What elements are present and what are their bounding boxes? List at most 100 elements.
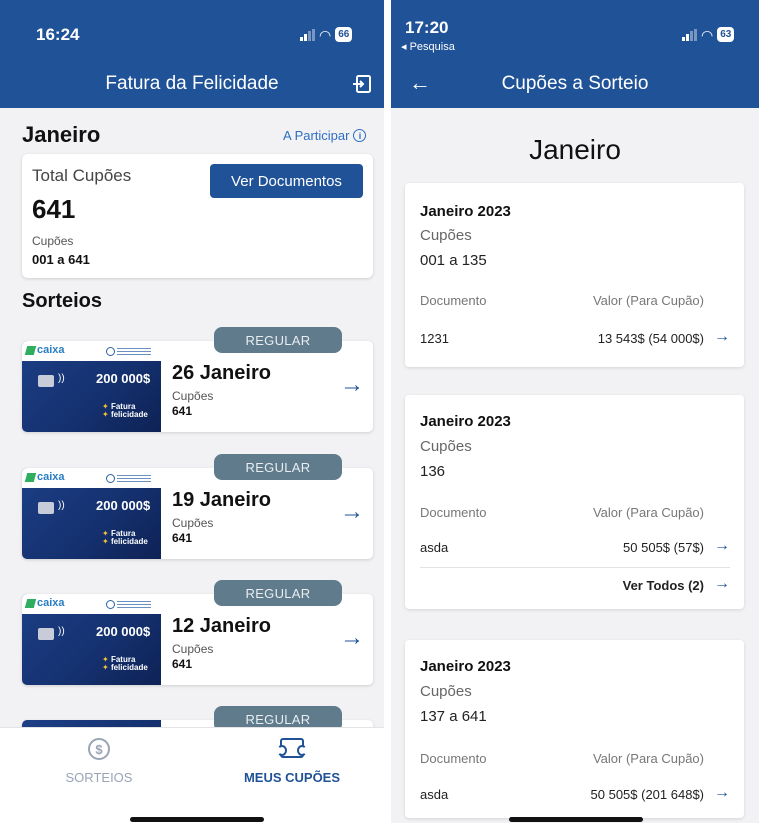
draw-card[interactable]: caixa )) 200 000$ ✦ Fatura ✦ felicidade 2… <box>22 327 373 432</box>
draw-date: 12 Janeiro <box>172 615 271 637</box>
draw-cupoes-count: 641 <box>172 531 193 545</box>
app-header: 16:24 ◠ 66 Fatura da Felicidade <box>0 0 384 108</box>
document-value: 13 543$ (54 000$) <box>597 331 704 346</box>
arrow-right-icon[interactable]: → <box>714 537 730 555</box>
ministry-logo <box>106 472 152 484</box>
ver-documentos-button[interactable]: Ver Documentos <box>210 164 363 198</box>
document-id: asda <box>420 540 449 555</box>
coupon-title: Janeiro 2023 <box>420 203 511 220</box>
ver-todos-link[interactable]: Ver Todos (2) <box>623 578 704 593</box>
coupon-range: 001 a 135 <box>420 252 487 269</box>
dollar-icon: $ <box>88 738 110 760</box>
participar-label: A Participar <box>283 128 350 143</box>
documento-header: Documento <box>420 293 487 308</box>
arrow-right-icon[interactable]: → <box>714 575 730 593</box>
draw-date: 19 Janeiro <box>172 489 271 511</box>
nav-sorteios-label: SORTEIOS <box>65 770 133 785</box>
signal-icon <box>682 28 697 41</box>
arrow-right-icon[interactable]: → <box>340 371 364 399</box>
nav-sorteios[interactable]: $ SORTEIOS <box>44 738 154 785</box>
valor-header: Valor (Para Cupão) <box>592 293 704 308</box>
right-screen: 17:20 ◂ Pesquisa ◠ 63 ← Cupões a Sorteio… <box>391 0 759 823</box>
fatura-logo: ✦ Fatura ✦ felicidade <box>102 402 148 419</box>
status-time: 16:24 <box>36 25 80 44</box>
status-icons: ◠ 66 <box>300 27 353 42</box>
coupon-label: Cupões <box>420 227 472 244</box>
arrow-right-icon[interactable]: → <box>714 328 730 346</box>
page-title: Fatura da Felicidade <box>105 73 279 94</box>
ministry-logo <box>106 598 152 610</box>
arrow-right-icon[interactable]: → <box>340 498 364 526</box>
status-time: 17:20 <box>405 18 449 37</box>
draw-cupoes-label: Cupões <box>172 642 214 656</box>
participar-link[interactable]: A Participar i <box>283 128 367 143</box>
info-icon: i <box>353 129 367 142</box>
arrow-right-icon[interactable]: → <box>714 784 730 802</box>
draw-amount: 200 000$ <box>96 624 151 639</box>
home-indicator <box>509 817 643 822</box>
draw-cupoes-label: Cupões <box>172 516 214 530</box>
card-chip-icon <box>38 502 54 514</box>
document-value: 50 505$ (57$) <box>623 540 704 555</box>
draw-card-body: caixa )) 200 000$ ✦ Fatura ✦ felicidade 1… <box>22 468 373 559</box>
draw-cupoes-count: 641 <box>172 404 193 418</box>
regular-badge: REGULAR <box>214 327 342 353</box>
document-id: asda <box>420 787 449 802</box>
draw-cupoes-count: 641 <box>172 657 193 671</box>
cupoes-range: 001 a 641 <box>32 252 90 267</box>
document-id: 1231 <box>420 331 449 346</box>
caixa-logo: caixa <box>24 471 65 483</box>
month-heading: Janeiro <box>529 134 621 165</box>
bottom-nav: $ SORTEIOS MEUS CUPÕES <box>0 727 384 823</box>
sorteios-heading: Sorteios <box>22 290 103 312</box>
draw-card[interactable]: caixa )) 200 000$ ✦ Fatura ✦ felicidade 1… <box>22 580 373 685</box>
app-header: 17:20 ◂ Pesquisa ◠ 63 ← Cupões a Sorteio <box>391 0 759 108</box>
coupon-title: Janeiro 2023 <box>420 413 511 430</box>
coupon-title: Janeiro 2023 <box>420 658 511 675</box>
contactless-icon: )) <box>58 626 65 637</box>
draw-banner: caixa )) 200 000$ ✦ Fatura ✦ felicidade <box>22 594 161 685</box>
total-label: Total Cupões <box>32 166 132 185</box>
draw-amount: 200 000$ <box>96 498 151 513</box>
draw-cupoes-label: Cupões <box>172 389 214 403</box>
wifi-icon: ◠ <box>701 26 714 43</box>
nav-meus-cupoes[interactable]: MEUS CUPÕES <box>232 738 352 785</box>
month-heading: Janeiro <box>22 122 101 147</box>
status-icons: ◠ 63 <box>682 26 735 43</box>
total-value: 641 <box>32 194 76 224</box>
caixa-logo: caixa <box>24 344 65 356</box>
card-chip-icon <box>38 375 54 387</box>
coupon-card: Janeiro 2023 Cupões 001 a 135 Documento … <box>405 183 744 367</box>
coupon-card: Janeiro 2023 Cupões 136 Documento Valor … <box>405 395 744 609</box>
documento-header: Documento <box>420 751 487 766</box>
exit-icon[interactable] <box>352 74 372 94</box>
page-title: Cupões a Sorteio <box>501 73 649 94</box>
card-chip-icon <box>38 628 54 640</box>
cupoes-label: Cupões <box>32 234 74 248</box>
ministry-logo <box>106 345 152 357</box>
caixa-logo: caixa <box>24 597 65 609</box>
documento-header: Documento <box>420 505 487 520</box>
left-screen: 16:24 ◠ 66 Fatura da Felicidade Janeiro … <box>0 0 384 823</box>
arrow-right-icon[interactable]: → <box>340 624 364 652</box>
draw-banner: caixa )) 200 000$ ✦ Fatura ✦ felicidade <box>22 341 161 432</box>
draw-amount: 200 000$ <box>96 371 151 386</box>
contactless-icon: )) <box>58 373 65 384</box>
draw-banner: caixa )) 200 000$ ✦ Fatura ✦ felicidade <box>22 468 161 559</box>
draw-card[interactable]: caixa )) 200 000$ ✦ Fatura ✦ felicidade 1… <box>22 454 373 559</box>
valor-header: Valor (Para Cupão) <box>592 505 704 520</box>
home-indicator <box>130 817 264 822</box>
coupon-card: Janeiro 2023 Cupões 137 a 641 Documento … <box>405 640 744 818</box>
status-back-link[interactable]: ◂ Pesquisa <box>401 40 455 53</box>
divider <box>420 567 730 568</box>
regular-badge: REGULAR <box>214 454 342 480</box>
fatura-logo: ✦ Fatura ✦ felicidade <box>102 529 148 546</box>
regular-badge: REGULAR <box>214 580 342 606</box>
draw-card-body: caixa )) 200 000$ ✦ Fatura ✦ felicidade 2… <box>22 341 373 432</box>
valor-header: Valor (Para Cupão) <box>592 751 704 766</box>
document-value: 50 505$ (201 648$) <box>590 787 704 802</box>
coupon-range: 136 <box>420 463 446 480</box>
coupon-label: Cupões <box>420 438 472 455</box>
signal-icon <box>300 28 315 41</box>
draw-date: 26 Janeiro <box>172 362 271 384</box>
